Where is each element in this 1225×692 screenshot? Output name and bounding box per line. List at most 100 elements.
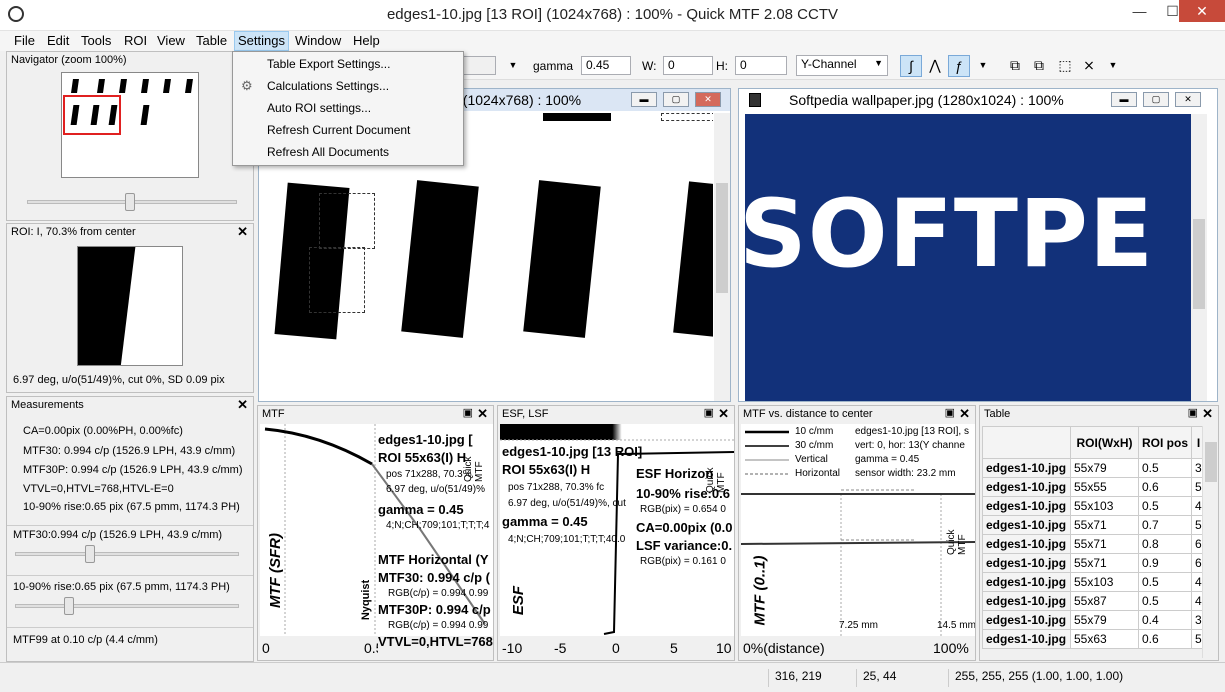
vertical-scrollbar[interactable] <box>1191 114 1207 401</box>
float-icon[interactable]: ▣ <box>945 406 955 419</box>
menu-item-refresh-all[interactable]: Refresh All Documents <box>233 141 463 163</box>
close-icon[interactable]: ✕ <box>237 397 248 413</box>
roi-box[interactable] <box>661 113 713 121</box>
zoom-slider-thumb[interactable] <box>125 193 135 211</box>
cell: edges1-10.jpg <box>982 477 1071 497</box>
esf-line-8: RGB(pix) = 0.654 0 <box>640 504 726 515</box>
close-icon[interactable]: ✕ <box>959 406 970 422</box>
menu-settings[interactable]: Settings <box>234 31 289 51</box>
distance-chart[interactable]: 10 c/mm 30 c/mm Vertical Horizontal edge… <box>741 424 975 636</box>
mtf-line-11: VTVL=0,HTVL=768 <box>378 634 493 649</box>
width-input[interactable]: 0 <box>663 56 713 75</box>
col-header[interactable] <box>982 426 1071 459</box>
toolbar: ▼ gamma 0.45 W: 0 H: 0 Y-Channel ▼ ∫ ⋀ ƒ… <box>462 51 1225 80</box>
float-icon[interactable]: ▣ <box>704 406 714 419</box>
table-row[interactable]: edges1-10.jpg 55x103 0.5 4 <box>982 572 1207 592</box>
status-bar: 316, 219 25, 44 255, 255, 255 (1.00, 1.0… <box>0 662 1225 692</box>
mtf30-slider[interactable] <box>15 552 239 556</box>
menu-window[interactable]: Window <box>295 33 341 48</box>
slider-mtf30-label: MTF30:0.994 c/p (1526.9 LPH, 43.9 c/mm) <box>13 529 223 541</box>
height-input[interactable]: 0 <box>735 56 787 75</box>
maximize-button[interactable]: ▢ <box>1143 92 1169 107</box>
rise-slider-thumb[interactable] <box>64 597 74 615</box>
channel-select[interactable]: Y-Channel ▼ <box>796 55 888 76</box>
cell: edges1-10.jpg <box>982 534 1071 554</box>
menu-item-table-export[interactable]: Table Export Settings... <box>233 53 463 75</box>
table-row[interactable]: edges1-10.jpg 55x79 0.5 3 <box>982 458 1207 478</box>
close-button[interactable]: ✕ <box>1175 92 1201 107</box>
table-row[interactable]: edges1-10.jpg 55x87 0.5 4 <box>982 591 1207 611</box>
viewport-rectangle[interactable] <box>63 95 121 135</box>
cell: 55x103 <box>1070 572 1139 592</box>
table-row[interactable]: edges1-10.jpg 55x55 0.6 5 <box>982 477 1207 497</box>
maximize-button[interactable]: ▢ <box>663 92 689 107</box>
chevron-down-icon[interactable]: ▼ <box>1102 55 1124 77</box>
document-title-bar: Softpedia wallpaper.jpg (1280x1024) : 10… <box>739 89 1217 111</box>
close-icon[interactable]: ✕ <box>718 406 729 422</box>
cell: edges1-10.jpg <box>982 610 1071 630</box>
roi-box[interactable] <box>319 193 375 249</box>
unknown-field[interactable] <box>462 56 496 75</box>
close-icon[interactable]: ✕ <box>1202 406 1213 422</box>
cell: 55x71 <box>1070 534 1139 554</box>
chevron-down-icon[interactable]: ▼ <box>972 55 994 77</box>
table-title: Table <box>984 408 1011 420</box>
copy-roi-icon[interactable]: ⧉ <box>1028 55 1050 77</box>
mark-7mm: 7.25 mm <box>839 620 878 631</box>
esf-chart[interactable]: ESF Quick MTF edges1-10.jpg [13 ROI] ROI… <box>500 424 734 636</box>
edge-profile-icon[interactable]: ∫ <box>900 55 922 77</box>
title-bar: edges1-10.jpg [13 ROI] (1024x768) : 100%… <box>0 0 1225 31</box>
document-title: ] (1024x768) : 100% <box>455 92 582 108</box>
table-row[interactable]: edges1-10.jpg 55x71 0.7 5 <box>982 515 1207 535</box>
chevron-down-icon[interactable]: ▼ <box>502 55 524 77</box>
table-row[interactable]: edges1-10.jpg 55x71 0.8 6 <box>982 534 1207 554</box>
cell: 55x87 <box>1070 591 1139 611</box>
peak-icon[interactable]: ⋀ <box>924 55 946 77</box>
gamma-input[interactable]: 0.45 <box>581 56 631 75</box>
col-header[interactable]: ROI(WxH) <box>1070 426 1139 459</box>
lsf-icon[interactable]: ƒ <box>948 55 970 77</box>
mtf-chart[interactable]: MTF (SFR) Nyquist Quick MTF edges1-10.jp… <box>260 424 493 636</box>
close-button[interactable]: ✕ <box>695 92 721 107</box>
menu-view[interactable]: View <box>157 33 185 48</box>
add-roi-icon[interactable]: ⧉ <box>1004 55 1026 77</box>
table-panel: Table ✕ ▣ ROI(WxH) ROI pos I edges1-10.jpg… <box>979 405 1219 661</box>
rise-slider[interactable] <box>15 604 239 608</box>
mtf-line-6: MTF Horizontal (Y <box>378 552 489 567</box>
vertical-scrollbar[interactable] <box>714 113 730 401</box>
close-button[interactable]: ✕ <box>1179 0 1225 22</box>
menu-help[interactable]: Help <box>353 33 380 48</box>
menu-tools[interactable]: Tools <box>81 33 111 48</box>
table-scrollbar[interactable] <box>1202 426 1218 658</box>
esf-line-7: 10-90% rise:0.6 <box>636 486 730 501</box>
menu-item-calculations[interactable]: ⚙ Calculations Settings... <box>233 75 463 97</box>
esf-line-2: pos 71x288, 70.3% fc <box>508 482 605 493</box>
close-icon[interactable]: ✕ <box>237 224 248 240</box>
menu-item-auto-roi[interactable]: Auto ROI settings... <box>233 97 463 119</box>
float-icon[interactable]: ▣ <box>463 406 473 419</box>
esf-line-4: gamma = 0.45 <box>502 514 588 529</box>
cell: 55x103 <box>1070 496 1139 516</box>
cell: edges1-10.jpg <box>982 629 1071 649</box>
navigator-thumbnail[interactable] <box>61 72 199 178</box>
col-header[interactable]: ROI pos <box>1137 426 1193 459</box>
menu-edit[interactable]: Edit <box>47 33 69 48</box>
cell: 55x63 <box>1070 629 1139 649</box>
menu-table[interactable]: Table <box>196 33 227 48</box>
roi-box[interactable] <box>309 247 365 313</box>
table-row[interactable]: edges1-10.jpg 55x63 0.6 5 <box>982 629 1207 649</box>
table-row[interactable]: edges1-10.jpg 55x103 0.5 4 <box>982 496 1207 516</box>
image-canvas[interactable]: SOFTPE <box>745 114 1191 401</box>
table-row[interactable]: edges1-10.jpg 55x71 0.9 6 <box>982 553 1207 573</box>
table-row[interactable]: edges1-10.jpg 55x79 0.4 3 <box>982 610 1207 630</box>
minimize-button[interactable]: ▬ <box>1111 92 1137 107</box>
menu-item-refresh-current[interactable]: Refresh Current Document <box>233 119 463 141</box>
mtf30-slider-thumb[interactable] <box>85 545 95 563</box>
minimize-button[interactable]: ▬ <box>631 92 657 107</box>
float-icon[interactable]: ▣ <box>1188 406 1198 419</box>
menu-roi[interactable]: ROI <box>124 33 147 48</box>
move-roi-icon[interactable]: ⬚ <box>1054 55 1076 77</box>
close-icon[interactable]: ✕ <box>477 406 488 422</box>
menu-file[interactable]: File <box>14 33 35 48</box>
delete-roi-icon[interactable]: ⨯ <box>1078 55 1100 77</box>
